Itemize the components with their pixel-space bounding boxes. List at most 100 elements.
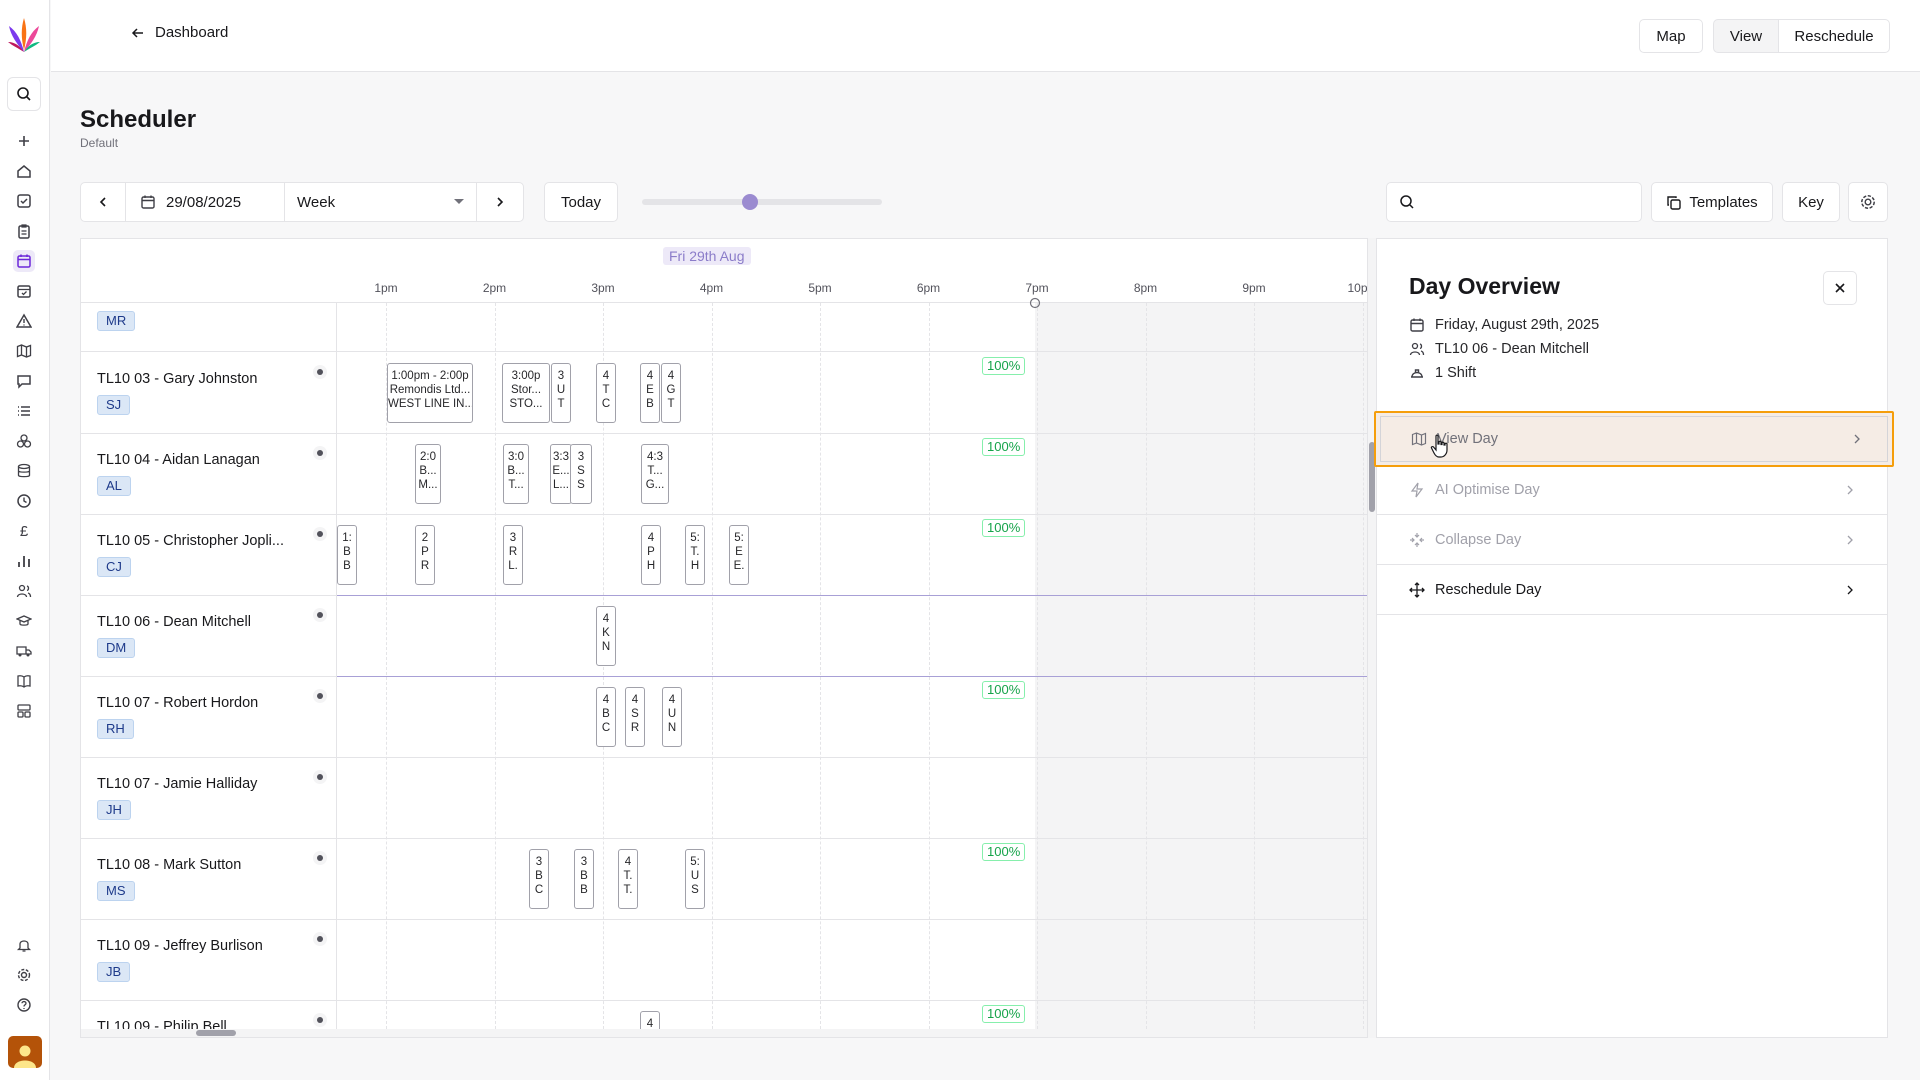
job-card[interactable]: 3 R L. (503, 525, 523, 585)
view-button[interactable]: View (1713, 19, 1779, 53)
key-button[interactable]: Key (1782, 182, 1840, 222)
book-icon[interactable] (13, 670, 35, 692)
clock-icon[interactable] (13, 490, 35, 512)
hour-label: 8pm (1133, 281, 1158, 295)
resource-cell[interactable]: TL10 03 - Gary Johnston SJ (81, 353, 337, 433)
zoom-slider-handle[interactable] (742, 194, 758, 210)
range-select[interactable]: Week (284, 182, 477, 222)
bar-chart-icon[interactable] (13, 550, 35, 572)
clipboard-icon[interactable] (13, 220, 35, 242)
list-icon[interactable] (13, 400, 35, 422)
view-day-label: View Day (1437, 431, 1498, 447)
job-card[interactable]: 3 UT (551, 363, 571, 423)
resource-name: TL10 07 - Jamie Halliday (97, 776, 258, 792)
vertical-scrollbar[interactable] (1368, 238, 1376, 1038)
truck-icon[interactable] (13, 640, 35, 662)
calendar-check-icon[interactable] (13, 280, 35, 302)
job-line-2: T. (623, 870, 633, 882)
pound-icon[interactable]: £ (13, 520, 35, 542)
resource-status-dot[interactable] (313, 1013, 327, 1027)
users-icon[interactable] (13, 580, 35, 602)
job-card[interactable]: 3 BB (574, 849, 594, 909)
users-icon (1409, 342, 1425, 356)
resource-status-dot[interactable] (313, 851, 327, 865)
collapse-day-action[interactable]: Collapse Day (1377, 515, 1887, 565)
templates-button[interactable]: Templates (1651, 182, 1773, 222)
job-card[interactable]: 2 PR (415, 525, 435, 585)
search-input[interactable] (1386, 182, 1642, 222)
calendar-icon[interactable] (13, 250, 35, 272)
job-line-1: 4 (667, 370, 675, 382)
back-to-dashboard-link[interactable]: Dashboard (131, 24, 228, 41)
job-card[interactable]: 3:0 B... T... (503, 444, 529, 504)
job-card[interactable]: 4 BC (596, 687, 616, 747)
date-picker[interactable]: 29/08/2025 (125, 182, 285, 222)
resource-status-dot[interactable] (313, 608, 327, 622)
resource-cell[interactable]: TL10 06 - Dean Mitchell DM (81, 596, 337, 676)
graduation-cap-icon[interactable] (13, 610, 35, 632)
view-day-action[interactable]: View Day (1374, 411, 1894, 467)
zoom-slider[interactable] (642, 194, 882, 210)
job-card[interactable]: 3:00p Stor... STO... (502, 363, 550, 423)
job-card[interactable]: 4 T. T. (618, 849, 638, 909)
job-card[interactable]: 5: E E. (729, 525, 749, 585)
prev-button[interactable] (80, 182, 126, 222)
avatar[interactable] (8, 1036, 42, 1068)
resource-status-dot[interactable] (313, 770, 327, 784)
resource-status-dot[interactable] (313, 932, 327, 946)
resource-status-dot[interactable] (313, 689, 327, 703)
map-button[interactable]: Map (1639, 19, 1703, 53)
job-card[interactable]: 3:3 E... L... (550, 444, 572, 504)
bell-icon[interactable] (13, 934, 35, 956)
boxes-icon[interactable] (13, 430, 35, 452)
reschedule-button[interactable]: Reschedule (1778, 19, 1890, 53)
checklist-icon[interactable] (13, 190, 35, 212)
settings-button[interactable] (1848, 182, 1888, 222)
job-card[interactable]: 4 KN (596, 606, 616, 666)
next-button[interactable] (476, 182, 524, 222)
job-card[interactable]: 4 GT (661, 363, 681, 423)
job-line-2: T... (647, 465, 663, 477)
job-card[interactable]: 4:3 T... G... (641, 444, 669, 504)
horizontal-scroll-thumb[interactable] (196, 1030, 236, 1036)
resource-cell[interactable]: TL10 08 - Mark Sutton MS (81, 839, 337, 919)
reschedule-day-action[interactable]: Reschedule Day (1377, 565, 1887, 615)
warning-icon[interactable] (13, 310, 35, 332)
resource-status-dot[interactable] (313, 365, 327, 379)
home-icon[interactable] (13, 160, 35, 182)
resource-cell[interactable]: MR (81, 303, 337, 351)
resource-cell[interactable]: TL10 05 - Christopher Jopli... CJ (81, 515, 337, 595)
layout-icon[interactable] (13, 700, 35, 722)
job-card[interactable]: 1: B B (337, 525, 357, 585)
message-icon[interactable] (13, 370, 35, 392)
today-button[interactable]: Today (544, 182, 618, 222)
gear-icon[interactable] (13, 964, 35, 986)
job-card[interactable]: 3 BC (529, 849, 549, 909)
map-icon[interactable] (13, 340, 35, 362)
resource-cell[interactable]: TL10 07 - Jamie Halliday JH (81, 758, 337, 838)
job-card[interactable]: 4 SR (625, 687, 645, 747)
job-card[interactable]: 2:0 B... M... (415, 444, 441, 504)
job-card[interactable]: 4 EB (640, 363, 660, 423)
job-card[interactable]: 1:00pm - 2:00p Remondis Ltd... WEST LINE I… (387, 363, 473, 423)
job-card[interactable]: 4 TC (596, 363, 616, 423)
resource-cell[interactable]: TL10 07 - Robert Hordon RH (81, 677, 337, 757)
app-logo[interactable] (7, 16, 41, 56)
job-card[interactable]: 4 UN (662, 687, 682, 747)
horizontal-scrollbar[interactable] (81, 1029, 1367, 1037)
search-icon[interactable] (7, 77, 41, 111)
resource-cell[interactable]: TL10 09 - Jeffrey Burlison JB (81, 920, 337, 1000)
job-card[interactable]: 5: U S (685, 849, 705, 909)
job-line-2: U (690, 870, 700, 882)
resource-status-dot[interactable] (313, 446, 327, 460)
job-card[interactable]: 5: T. H (685, 525, 705, 585)
ai-optimise-day-action[interactable]: AI Optimise Day (1377, 465, 1887, 515)
help-icon[interactable] (13, 994, 35, 1016)
job-card[interactable]: 3 SS (570, 444, 592, 504)
resource-status-dot[interactable] (313, 527, 327, 541)
job-card[interactable]: 4 PH (641, 525, 661, 585)
plus-icon[interactable] (13, 130, 35, 152)
database-icon[interactable] (13, 460, 35, 482)
close-button[interactable] (1823, 271, 1857, 305)
resource-cell[interactable]: TL10 04 - Aidan Lanagan AL (81, 434, 337, 514)
